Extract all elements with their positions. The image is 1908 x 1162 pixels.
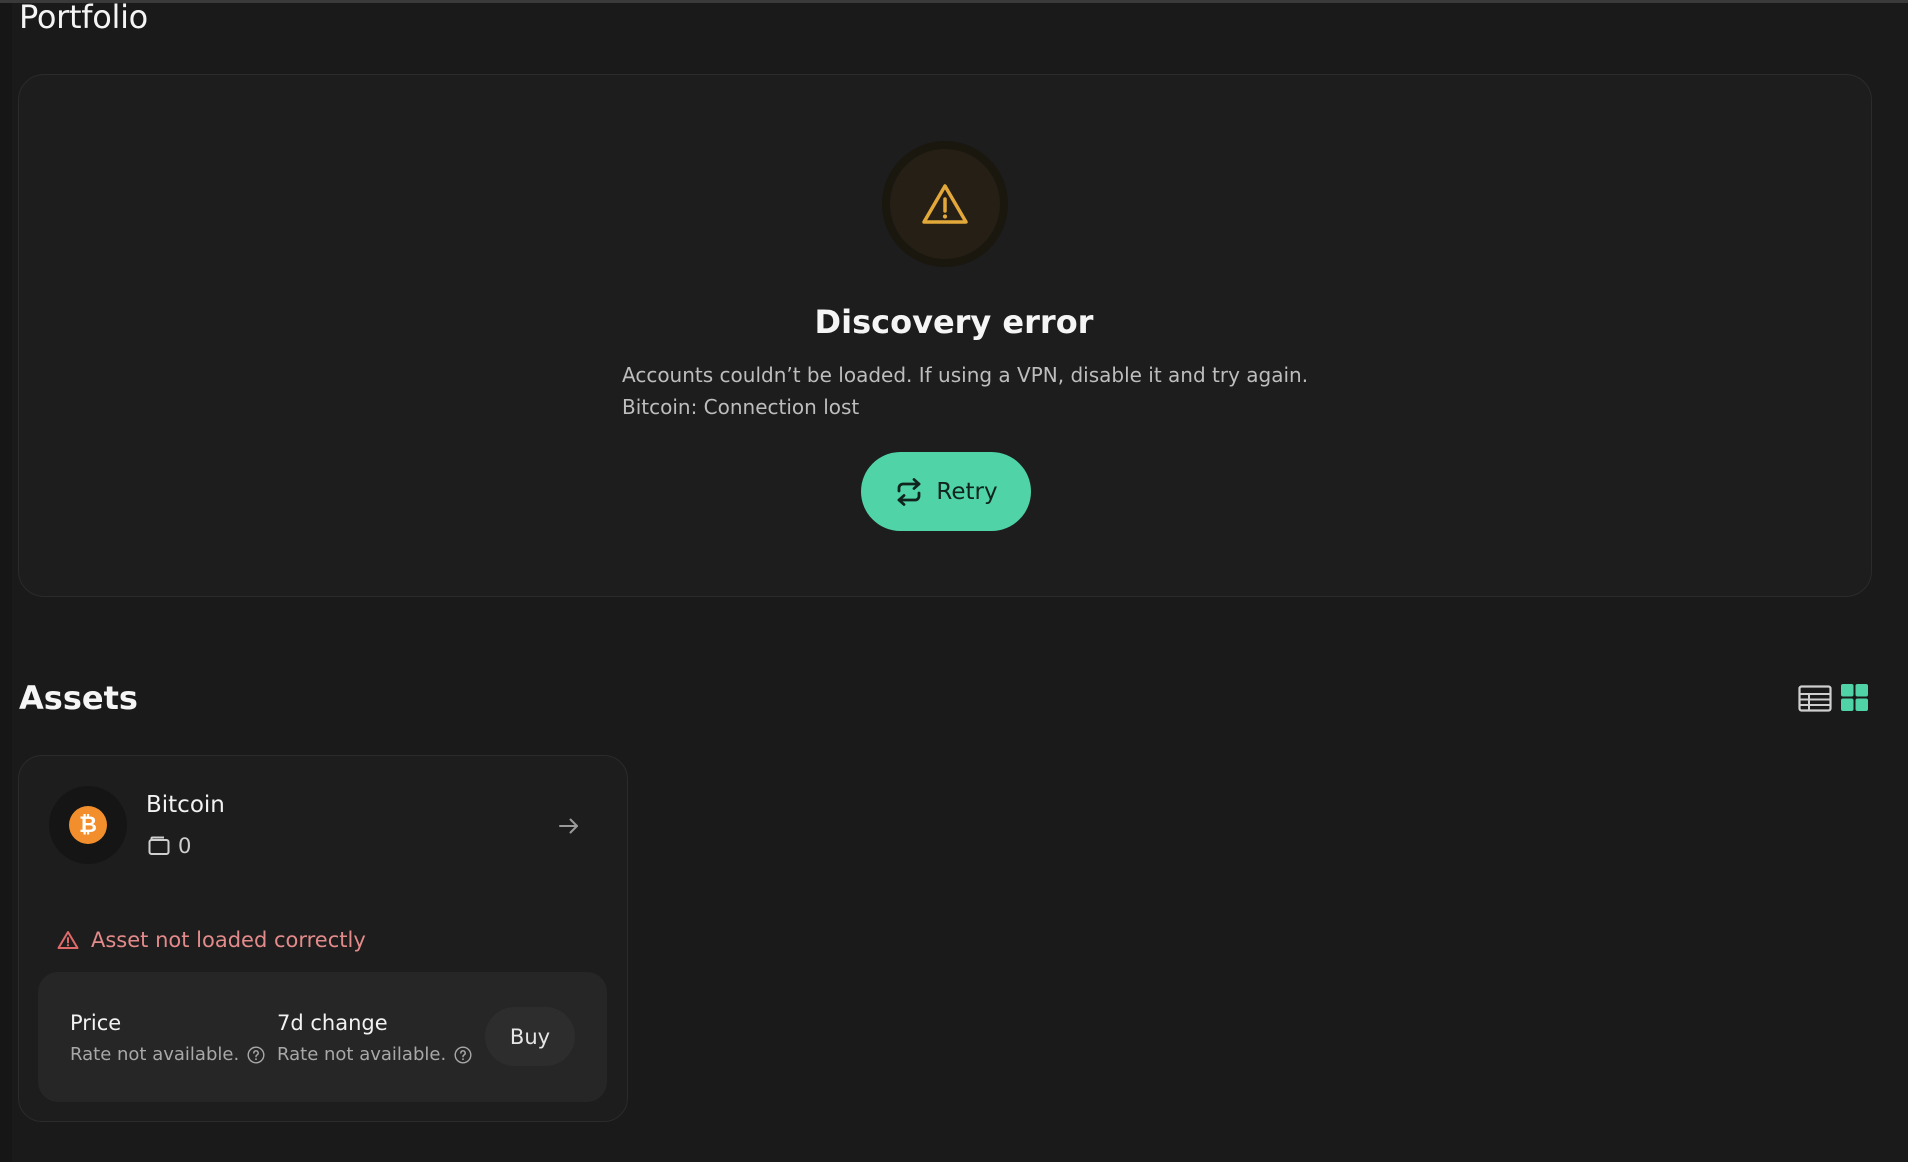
error-title: Discovery error: [814, 303, 1094, 341]
asset-name: Bitcoin: [146, 792, 225, 818]
retry-label: Retry: [936, 478, 998, 505]
page-title: Portfolio: [19, 0, 148, 36]
help-icon[interactable]: [454, 1045, 472, 1064]
change-value: Rate not available.: [277, 1044, 472, 1065]
arrow-right-icon[interactable]: [556, 813, 582, 839]
asset-warning-text: Asset not loaded correctly: [91, 928, 366, 952]
warning-badge: [882, 141, 1008, 267]
buy-button[interactable]: Buy: [485, 1007, 575, 1066]
retry-button[interactable]: Retry: [861, 452, 1031, 531]
bitcoin-icon: ₿: [69, 806, 107, 844]
warning-triangle-icon: [922, 184, 968, 224]
top-divider: [0, 0, 1908, 3]
refresh-icon: [898, 477, 921, 506]
account-count-value: 0: [178, 834, 192, 858]
asset-warning: Asset not loaded correctly: [57, 928, 366, 952]
assets-title: Assets: [19, 679, 138, 717]
price-label: Price: [70, 1011, 122, 1035]
change-value-text: Rate not available.: [277, 1044, 447, 1065]
price-value-text: Rate not available.: [70, 1044, 240, 1065]
error-message-line: Bitcoin: Connection lost: [622, 395, 860, 419]
price-value: Rate not available.: [70, 1044, 265, 1065]
account-count: 0: [148, 834, 191, 858]
warning-triangle-icon: [57, 931, 79, 949]
left-edge-strip: [0, 3, 12, 1162]
wallet-icon: [148, 836, 170, 855]
list-view-icon[interactable]: [1798, 685, 1832, 712]
error-message: Accounts couldn’t be loaded. If using a …: [622, 359, 1308, 423]
change-label: 7d change: [277, 1011, 388, 1035]
asset-logo: ₿: [49, 786, 127, 864]
error-message-line: Accounts couldn’t be loaded. If using a …: [622, 363, 1309, 387]
help-icon[interactable]: [247, 1045, 265, 1064]
grid-view-icon[interactable]: [1841, 684, 1868, 711]
